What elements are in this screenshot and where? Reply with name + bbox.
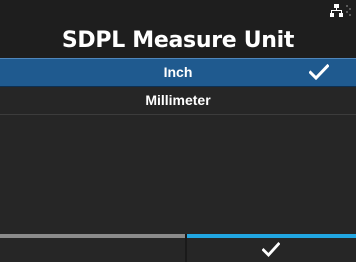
status-icons — [330, 3, 354, 17]
network-icon — [330, 4, 343, 17]
screen: SDPL Measure Unit Inch Millimeter — [0, 0, 356, 262]
signal-icon — [346, 5, 351, 16]
check-icon — [262, 242, 280, 257]
option-inch[interactable]: Inch — [0, 58, 356, 87]
option-millimeter[interactable]: Millimeter — [0, 87, 356, 115]
back-button[interactable] — [0, 234, 185, 262]
check-icon — [309, 64, 329, 80]
page-title: SDPL Measure Unit — [61, 28, 295, 53]
option-label: Millimeter — [145, 92, 211, 108]
option-label: Inch — [163, 64, 193, 80]
footer-bar — [0, 234, 356, 262]
option-list: Inch Millimeter — [0, 58, 356, 234]
confirm-button[interactable] — [187, 234, 356, 262]
